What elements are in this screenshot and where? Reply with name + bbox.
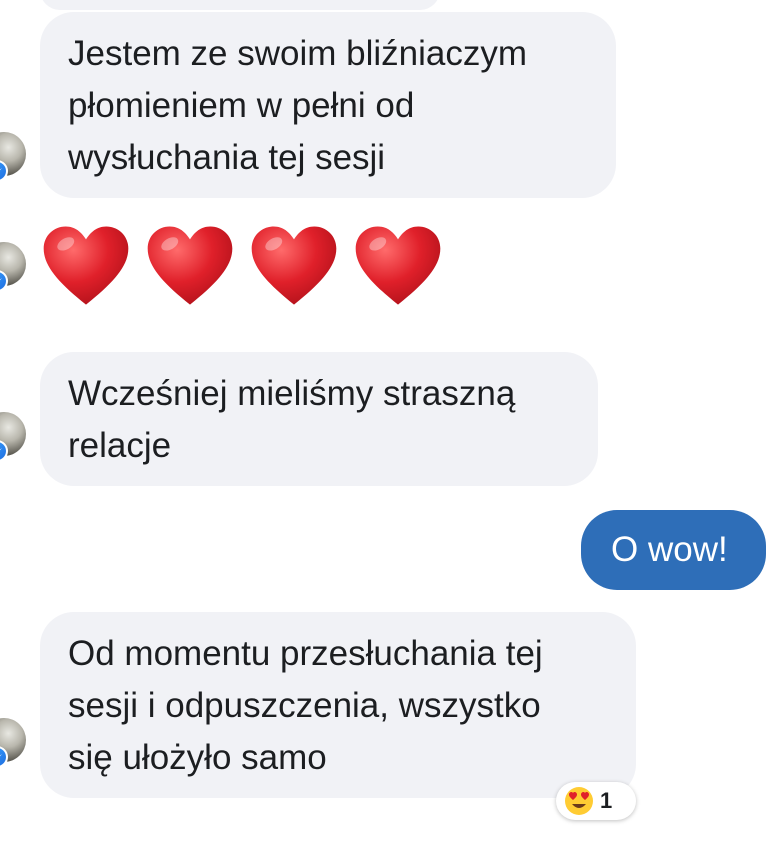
- emoji-message[interactable]: [40, 222, 450, 314]
- message-row-3: Wcześniej mieliśmy straszną relacje: [0, 352, 768, 486]
- incoming-message-bubble[interactable]: Jestem ze swoim bliźniaczym płomieniem w…: [40, 12, 616, 198]
- red-heart-icon: [147, 226, 233, 305]
- contact-avatar[interactable]: [0, 242, 26, 292]
- messenger-icon: [0, 440, 8, 462]
- message-row-4: O wow!: [0, 510, 768, 590]
- message-row-5: Od momentu przesłuchania tej sesji i odp…: [0, 612, 768, 820]
- messenger-icon: [0, 746, 8, 768]
- heart-eyes-emoji-icon: [565, 787, 593, 815]
- reaction-count: 1: [600, 788, 613, 813]
- red-heart-icon: [43, 226, 129, 305]
- outgoing-message-bubble[interactable]: O wow!: [581, 510, 766, 590]
- message-row-1: Jestem ze swoim bliźniaczym płomieniem w…: [0, 12, 768, 198]
- messenger-icon: [0, 160, 8, 182]
- red-heart-icon: [355, 226, 441, 305]
- message-reaction[interactable]: 1: [556, 782, 636, 820]
- contact-avatar[interactable]: [0, 132, 26, 182]
- previous-message-bubble: [40, 0, 440, 10]
- incoming-message-bubble[interactable]: Wcześniej mieliśmy straszną relacje: [40, 352, 598, 486]
- incoming-message-bubble[interactable]: Od momentu przesłuchania tej sesji i odp…: [40, 612, 636, 798]
- messenger-icon: [0, 270, 8, 292]
- contact-avatar[interactable]: [0, 718, 26, 768]
- message-row-2: [0, 222, 768, 314]
- contact-avatar[interactable]: [0, 412, 26, 462]
- red-heart-icon: [251, 226, 337, 305]
